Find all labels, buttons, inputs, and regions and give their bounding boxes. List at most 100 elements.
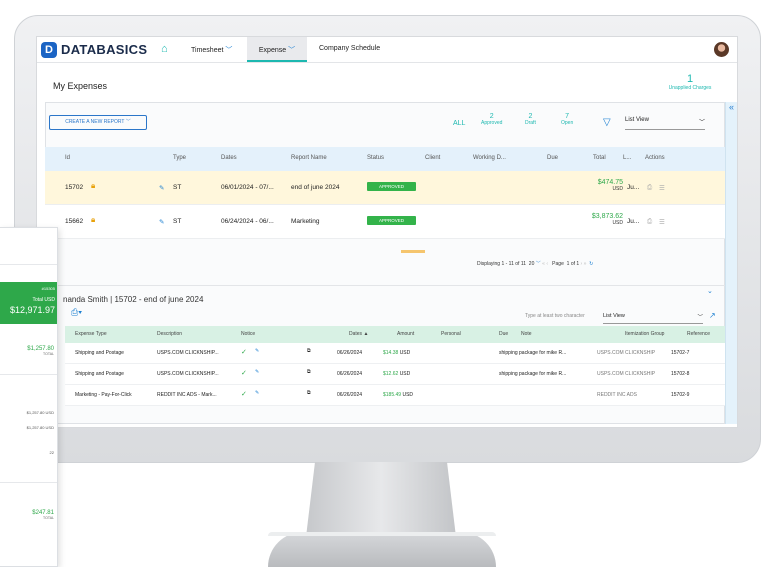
col-dates[interactable]: Dates xyxy=(221,155,237,161)
print-icon[interactable]: ⎙ xyxy=(647,218,652,226)
col-report-name[interactable]: Report Name xyxy=(291,155,327,161)
expense-description: REDDIT INC ADS - Mark... xyxy=(157,392,217,398)
card-amount-1: $1,257.80 TOTAL xyxy=(27,346,54,356)
report-id[interactable]: 15702 xyxy=(65,184,83,191)
brand-name: DATABASICS xyxy=(61,42,148,57)
expense-type: Shipping and Postage xyxy=(75,371,124,377)
total-summary-box: #15305 Total USD $12,971.97 xyxy=(0,282,57,324)
copy-icon[interactable]: ⧉ xyxy=(307,369,311,375)
expense-note: shipping package for mike R... xyxy=(499,350,567,356)
table-row[interactable]: 15662 🔒︎ ✎ ST 06/24/2024 - 06/... Market… xyxy=(45,205,725,239)
col-description[interactable]: Description xyxy=(157,331,182,337)
app-screen: D DATABASICS ⌂ Timesheet ﹀ Expense ﹀ Com… xyxy=(36,36,738,428)
filter-icon[interactable]: ▽ xyxy=(603,117,611,128)
col-note[interactable]: Note xyxy=(521,331,532,337)
expense-description: USPS.COM CLICKNSHIP... xyxy=(157,350,219,356)
external-link-icon[interactable]: ↗ xyxy=(709,311,716,320)
report-total: $3,873.62 USD xyxy=(591,213,623,226)
filter-all[interactable]: ALL xyxy=(453,120,465,127)
databasics-logo-icon: D xyxy=(41,42,57,58)
expense-amount: $185.49 USD xyxy=(383,392,414,398)
print-menu-icon[interactable]: ⎙▾ xyxy=(71,307,82,318)
col-itemization-group[interactable]: Itemization Group xyxy=(625,331,664,337)
expense-amount: $12.62 USD xyxy=(383,371,411,377)
col-type[interactable]: Type xyxy=(173,155,186,161)
col-total[interactable]: Total xyxy=(593,155,606,161)
divider xyxy=(0,374,57,375)
status-badge: APPROVED xyxy=(367,216,417,225)
nav-expense[interactable]: Expense ﹀ xyxy=(247,37,307,62)
paperclip-icon: ✎ xyxy=(255,390,260,396)
table-row[interactable]: Marketing - Pay-For-Click REDDIT INC ADS… xyxy=(65,385,725,406)
nav-timesheet[interactable]: Timesheet ﹀ xyxy=(191,45,232,55)
avatar[interactable] xyxy=(714,42,729,57)
expand-icon[interactable]: ⌄ xyxy=(707,287,713,295)
filter-draft[interactable]: 2 Draft xyxy=(525,113,536,126)
filter-open[interactable]: 7 Open xyxy=(561,113,573,126)
report-summary-card: #15305 Total USD $12,971.97 $1,257.80 TOT… xyxy=(0,227,58,567)
col-actions: Actions xyxy=(645,155,665,161)
create-report-button[interactable]: CREATE A NEW REPORT ﹀ xyxy=(49,115,147,130)
check-icon: ✓ xyxy=(241,349,247,356)
table-row[interactable]: Shipping and Postage USPS.COM CLICKNSHIP… xyxy=(65,364,725,385)
col-personal[interactable]: Personal xyxy=(441,331,461,337)
report-type: ST xyxy=(173,184,182,191)
card-count: 22 xyxy=(49,450,54,455)
table-row[interactable]: 15702 🔒︎ ✎ ST 06/01/2024 - 07/... end of… xyxy=(45,171,725,205)
expense-reference: 15702-8 xyxy=(671,371,690,377)
unapplied-charges-link[interactable]: 1 Unapplied Charges xyxy=(665,73,715,91)
top-navbar: D DATABASICS ⌂ Timesheet ﹀ Expense ﹀ Com… xyxy=(37,37,737,63)
filter-approved[interactable]: 2 Approved xyxy=(481,113,502,126)
page-size-select[interactable]: 20 xyxy=(529,261,535,267)
nav-company-schedule[interactable]: Company Schedule xyxy=(319,45,380,52)
detail-title: nanda Smith | 15702 - end of june 2024 xyxy=(63,295,204,304)
chevron-down-icon: ﹀ xyxy=(697,315,703,321)
expense-date: 06/26/2024 xyxy=(337,392,363,398)
col-amount[interactable]: Amount xyxy=(397,331,414,337)
col-due[interactable]: Due xyxy=(499,331,508,337)
expense-type: Marketing - Pay-For-Click xyxy=(75,392,132,398)
table-row[interactable]: Shipping and Postage USPS.COM CLICKNSHIP… xyxy=(65,343,725,364)
refresh-icon[interactable]: ↻ xyxy=(589,261,593,267)
copy-icon[interactable]: ⧉ xyxy=(307,348,311,354)
home-icon[interactable]: ⌂ xyxy=(161,43,168,55)
detail-search-input[interactable]: Type at least two character xyxy=(525,313,585,319)
expense-date: 06/26/2024 xyxy=(337,350,363,356)
card-line-1: $1,257.80 USD xyxy=(26,410,54,415)
chevron-down-icon: ﹀ xyxy=(125,119,131,125)
col-expense-type[interactable]: Expense Type xyxy=(75,331,107,337)
chevron-down-icon[interactable]: ﹀ xyxy=(536,261,541,267)
next-page-icon[interactable]: › xyxy=(581,261,583,267)
pagination-display: Displaying 1 - 11 of 11 xyxy=(477,261,527,267)
itemization-group: USPS.COM CLICKNSHIP xyxy=(597,350,656,356)
col-reference[interactable]: Reference xyxy=(687,331,710,337)
card-total-label: Total USD xyxy=(32,297,55,303)
copy-icon[interactable]: ⧉ xyxy=(307,390,311,396)
expense-reference: 15702-9 xyxy=(671,392,690,398)
menu-icon[interactable]: ☰ xyxy=(659,184,665,192)
page-input[interactable]: 1 xyxy=(567,261,570,267)
col-client[interactable]: Client xyxy=(425,155,440,161)
col-notice[interactable]: Notice xyxy=(241,331,255,337)
col-l[interactable]: L... xyxy=(623,155,631,161)
card-amount-2: $247.81 TOTAL xyxy=(32,510,54,520)
col-id[interactable]: Id xyxy=(65,155,70,161)
last-page-icon[interactable]: » xyxy=(584,261,587,267)
detail-table-header: Expense Type Description Notice Dates ▲ … xyxy=(65,326,725,343)
chevron-down-icon: ﹀ xyxy=(225,47,233,54)
col-dates[interactable]: Dates ▲ xyxy=(349,331,368,337)
print-icon[interactable]: ⎙ xyxy=(647,184,652,192)
prev-page-icon[interactable]: ‹ xyxy=(546,261,548,267)
col-due[interactable]: Due xyxy=(547,155,558,161)
collapse-sidebar-toggle[interactable]: « xyxy=(725,102,737,424)
first-page-icon[interactable]: « xyxy=(542,261,545,267)
detail-view-select[interactable]: ﹀ List View xyxy=(603,313,703,324)
report-id[interactable]: 15662 xyxy=(65,218,83,225)
col-working-days[interactable]: Working D... xyxy=(473,155,506,161)
menu-icon[interactable]: ☰ xyxy=(659,218,665,226)
col-status[interactable]: Status xyxy=(367,155,384,161)
report-l: Ju... xyxy=(627,184,640,191)
card-line-2: $1,257.80 USD xyxy=(26,425,54,430)
itemization-group: USPS.COM CLICKNSHIP xyxy=(597,371,656,377)
view-select[interactable]: ﹀ List View xyxy=(625,117,705,130)
